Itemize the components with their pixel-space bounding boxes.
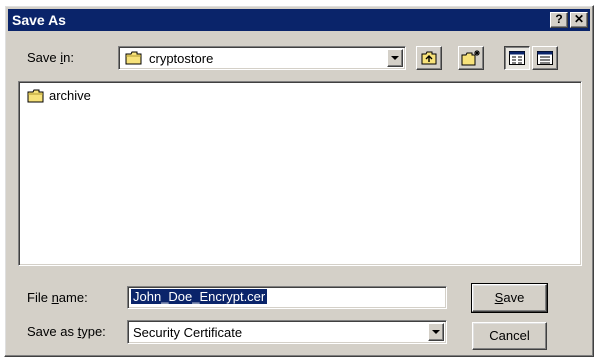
details-view-icon [537, 51, 553, 65]
save-as-type-combo[interactable]: Security Certificate [127, 320, 447, 344]
new-folder-icon [461, 50, 480, 66]
list-view-button[interactable] [504, 46, 530, 70]
title-bar[interactable]: Save As ? ✕ [8, 9, 590, 31]
list-item[interactable]: archive [27, 88, 91, 103]
folder-icon [27, 89, 45, 103]
title-buttons: ? ✕ [550, 12, 588, 28]
current-folder-name: cryptostore [149, 50, 214, 66]
file-name-value: John_Doe_Encrypt.cer [131, 289, 268, 304]
window-title: Save As [12, 12, 66, 28]
folder-icon [125, 51, 143, 65]
up-one-level-button[interactable] [416, 46, 442, 70]
details-view-button[interactable] [532, 46, 558, 70]
up-one-level-icon [421, 51, 437, 65]
save-in-dropdown-button[interactable] [387, 49, 403, 67]
save-in-label: Save in: [27, 50, 74, 65]
file-list[interactable]: archive [18, 81, 582, 266]
save-as-type-value: Security Certificate [133, 324, 243, 340]
cancel-button[interactable]: Cancel [472, 322, 547, 350]
list-view-icon [509, 51, 525, 65]
save-button[interactable]: Save [471, 283, 548, 313]
save-as-type-dropdown-button[interactable] [428, 323, 444, 341]
close-button[interactable]: ✕ [570, 12, 588, 28]
save-as-type-label: Save as type: [27, 324, 106, 339]
file-name-field[interactable]: John_Doe_Encrypt.cer [127, 286, 447, 309]
chevron-down-icon [391, 56, 399, 60]
new-folder-button[interactable] [458, 46, 484, 70]
file-name-label: File name: [27, 290, 88, 305]
save-as-dialog: Save As ? ✕ Save in: cryptostore archive… [4, 5, 594, 357]
help-button[interactable]: ? [550, 12, 568, 28]
save-in-combo[interactable]: cryptostore [118, 46, 406, 70]
file-name-label: archive [49, 88, 91, 103]
chevron-down-icon [432, 330, 440, 334]
